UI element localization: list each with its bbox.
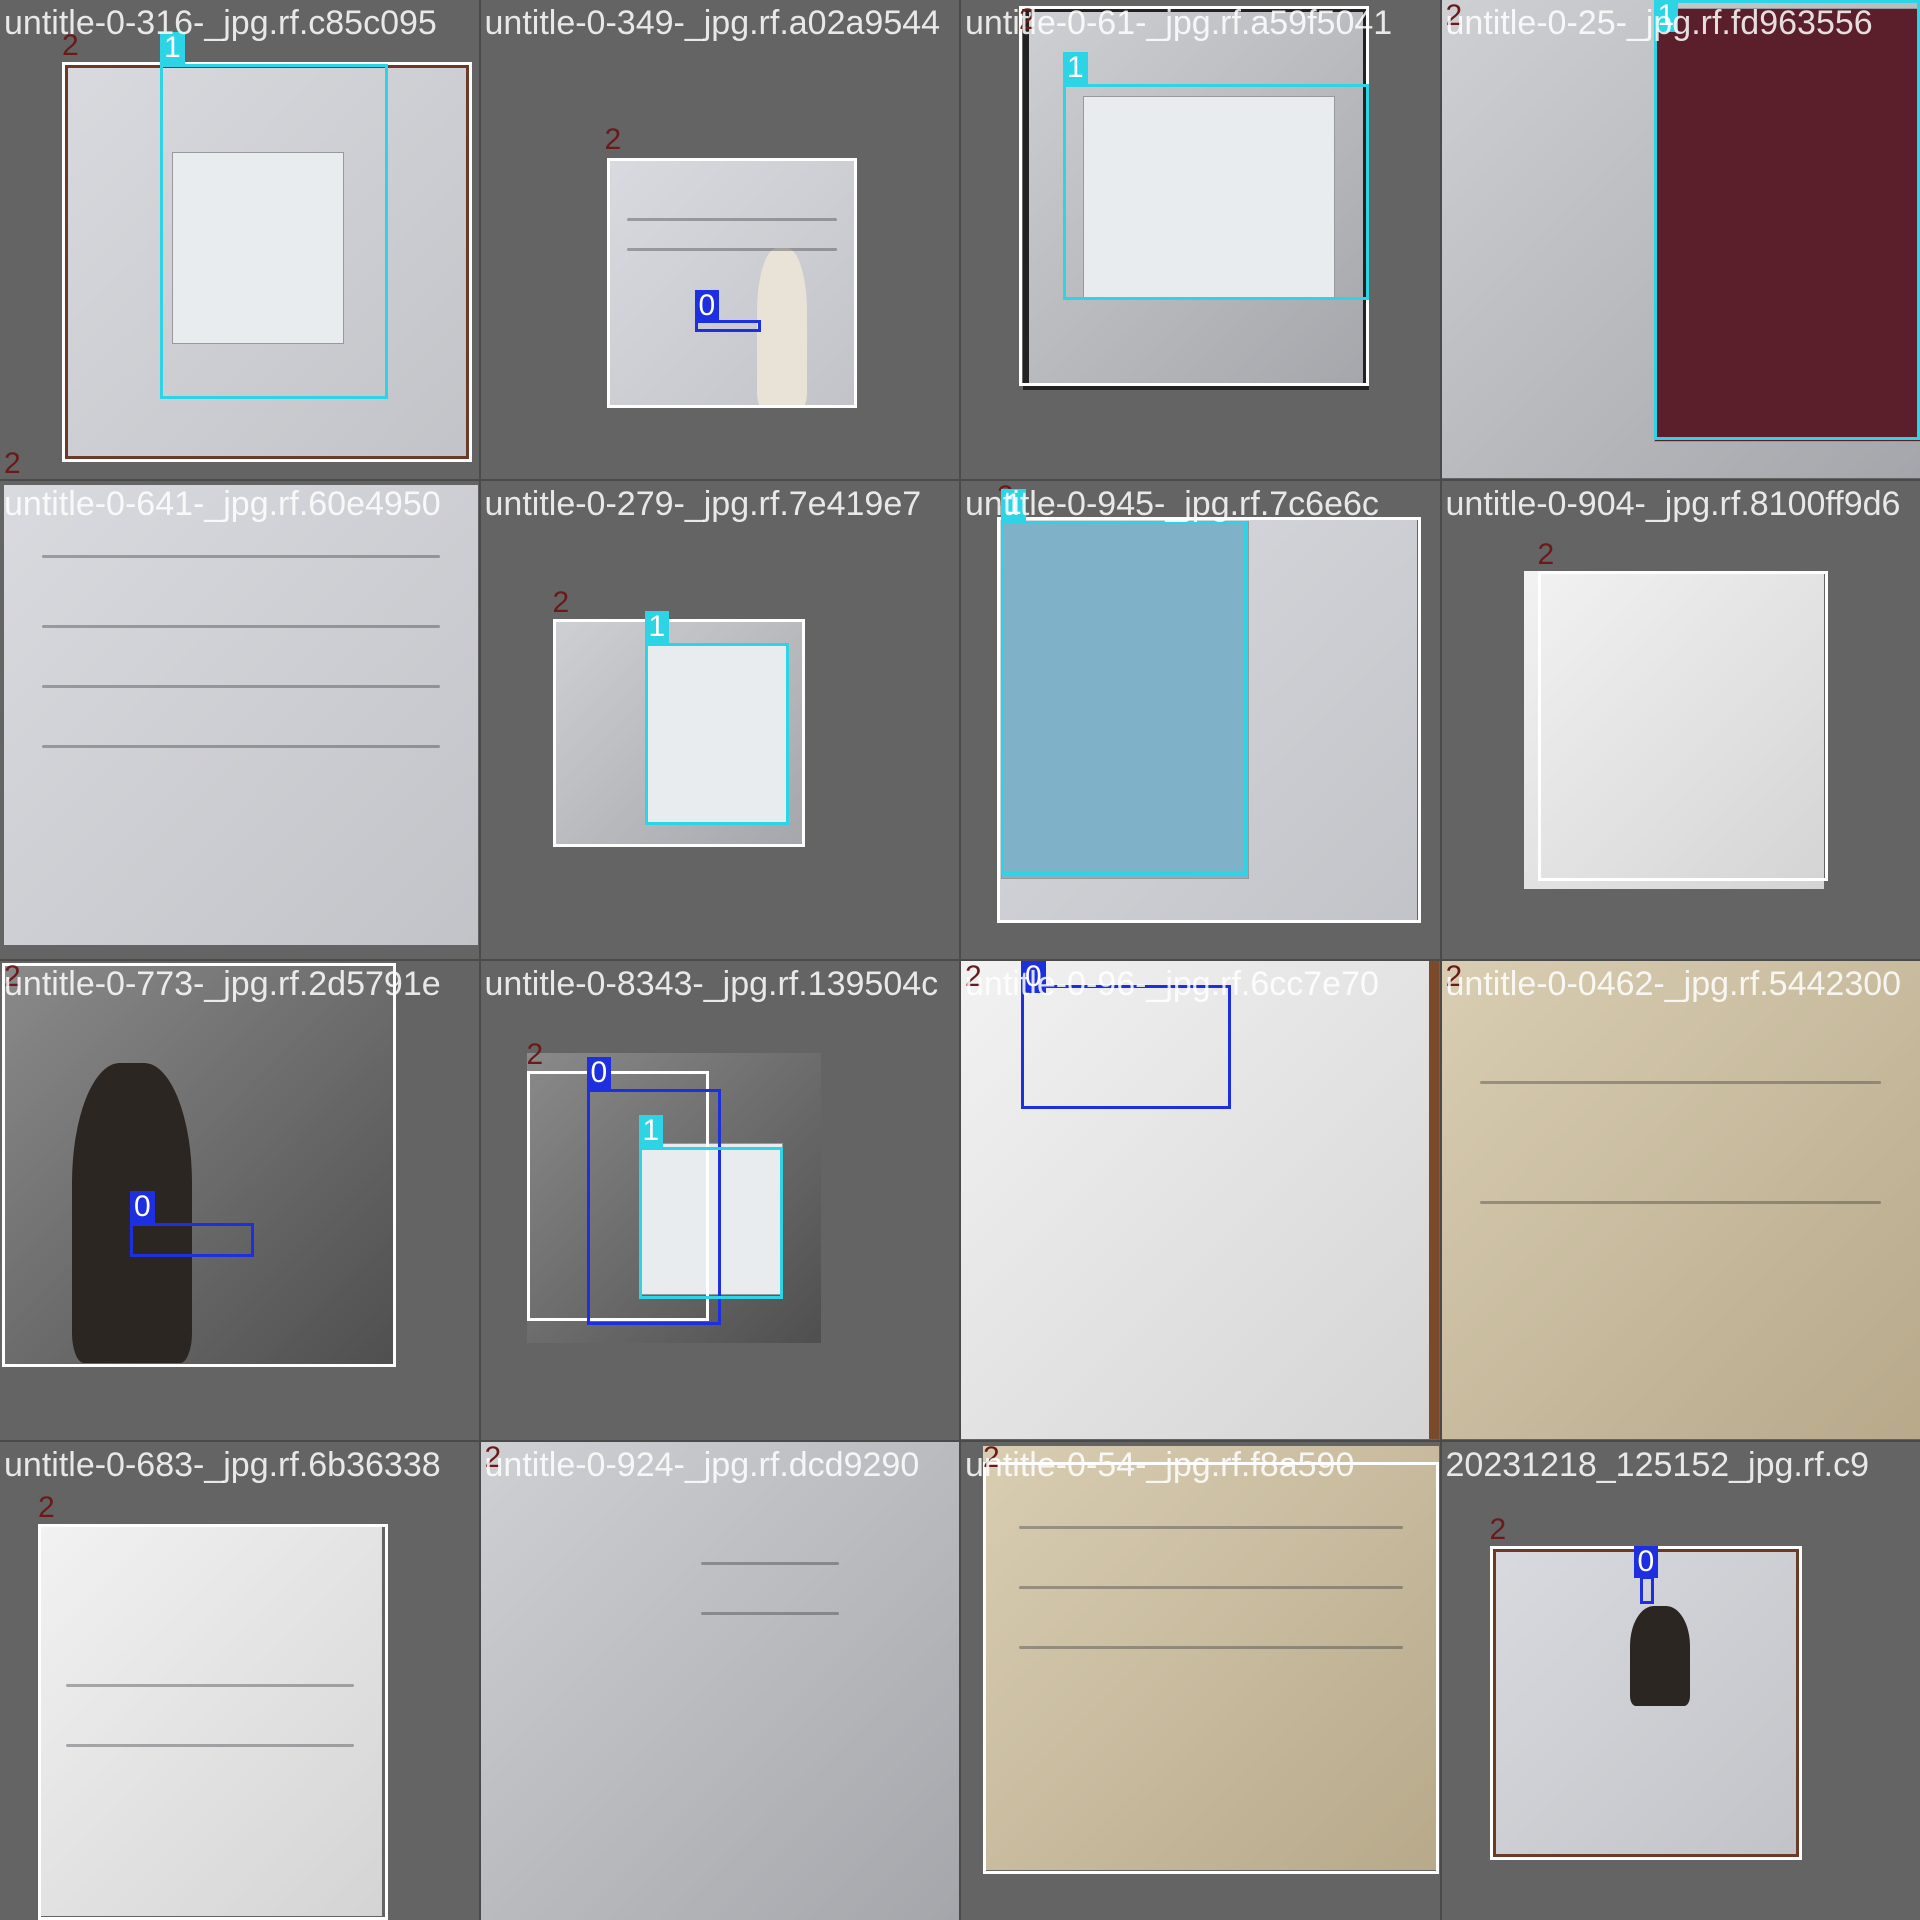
bbox-label: 1	[638, 1115, 664, 1147]
bbox-class-1	[1001, 520, 1247, 875]
bbox-label: 2	[484, 1440, 502, 1474]
bbox-label: 1	[644, 610, 670, 643]
bbox-label: 2	[4, 960, 21, 993]
mosaic-tile-4: 2 1 untitle-0-25-_jpg.rf.fd963556	[1441, 0, 1920, 479]
bbox-label: 2	[552, 585, 570, 619]
mosaic-tile-2: 2 0 untitle-0-349-_jpg.rf.a02a9544	[480, 0, 959, 479]
detection-mosaic: 2 1 2 untitle-0-316-_jpg.rf.c85c095 2 0 …	[0, 0, 1920, 1920]
bbox-class-1	[638, 1147, 783, 1299]
bbox-label: 2	[4, 447, 21, 480]
bbox-label: 0	[694, 290, 720, 322]
mosaic-tile-13: 2 untitle-0-683-_jpg.rf.6b36338	[0, 1441, 479, 1920]
bbox-class-2	[38, 1523, 388, 1920]
bbox-class-2	[1537, 570, 1828, 881]
bbox-label: 2	[38, 1490, 55, 1524]
whiteboard-photo	[480, 1441, 959, 1920]
image-filename: 20231218_125152_jpg.rf.c9	[1445, 1445, 1870, 1484]
bbox-label: 0	[586, 1057, 612, 1089]
bbox-class-0	[1021, 985, 1231, 1109]
bbox-class-2	[983, 1461, 1439, 1874]
mosaic-tile-12: 2 untitle-0-0462-_jpg.rf.5442300	[1441, 960, 1920, 1440]
bbox-class-2	[2, 963, 396, 1367]
mosaic-tile-9: 2 0 untitle-0-773-_jpg.rf.2d5791e	[0, 961, 479, 1440]
mosaic-tile-16: 2 0 20231218_125152_jpg.rf.c9	[1441, 1441, 1920, 1920]
bbox-label: 1	[1001, 488, 1026, 521]
image-filename: untitle-0-8343-_jpg.rf.139504c	[484, 965, 939, 1003]
bbox-label: 2	[62, 29, 79, 62]
bbox-label: 1	[160, 32, 185, 64]
mosaic-tile-5: untitle-0-641-_jpg.rf.60e4950	[0, 480, 479, 959]
image-filename: untitle-0-904-_jpg.rf.8100ff9d6	[1445, 484, 1901, 523]
bbox-label: 2	[965, 960, 982, 993]
whiteboard-photo	[1441, 961, 1920, 1439]
mosaic-tile-8: 2 untitle-0-904-_jpg.rf.8100ff9d6	[1441, 480, 1920, 959]
mosaic-tile-11: 2 0 untitle-0-96-_jpg.rf.6cc7e70	[961, 961, 1440, 1440]
bbox-class-1	[1653, 0, 1920, 440]
bbox-label: 0	[1021, 961, 1046, 993]
bbox-label: 2	[983, 1440, 1000, 1474]
bbox-class-0	[1639, 1575, 1654, 1604]
mosaic-tile-6: 2 1 untitle-0-279-_jpg.rf.7e419e7	[480, 480, 959, 959]
bbox-label: 2	[1489, 1512, 1507, 1546]
image-filename: untitle-0-683-_jpg.rf.6b36338	[4, 1445, 441, 1484]
bbox-class-2	[606, 158, 857, 408]
bbox-class-1	[160, 64, 388, 399]
bbox-label: 2	[1445, 960, 1463, 993]
mosaic-tile-10: 2 0 1 untitle-0-8343-_jpg.rf.139504c	[480, 961, 959, 1440]
bbox-label: 0	[130, 1191, 155, 1223]
bbox-label: 1	[1063, 52, 1088, 84]
bbox-label: 1	[1653, 0, 1679, 32]
whiteboard-photo	[4, 484, 478, 945]
mosaic-tile-15: 2 untitle-0-54-_jpg.rf.f8a590	[961, 1440, 1440, 1920]
bbox-class-1	[1063, 84, 1369, 300]
mosaic-tile-3: 2 1 untitle-0-61-_jpg.rf.a59f5041	[961, 0, 1440, 479]
bbox-class-0	[130, 1223, 254, 1257]
bbox-class-1	[644, 642, 789, 825]
bbox-label: 2	[1445, 0, 1463, 32]
bbox-label: 2	[1019, 3, 1036, 36]
bbox-label: 2	[604, 123, 622, 156]
bbox-label: 2	[526, 1038, 544, 1071]
mosaic-tile-14: 2 untitle-0-924-_jpg.rf.dcd9290	[480, 1440, 959, 1920]
image-filename: untitle-0-349-_jpg.rf.a02a9544	[484, 4, 941, 42]
bbox-label: 0	[1633, 1545, 1659, 1578]
mosaic-tile-7: 2 1 untitle-0-945-_jpg.rf.7c6e6c	[961, 480, 1440, 959]
bbox-label: 2	[1537, 537, 1555, 571]
mosaic-tile-1: 2 1 2 untitle-0-316-_jpg.rf.c85c095	[0, 0, 479, 479]
image-filename: untitle-0-279-_jpg.rf.7e419e7	[484, 484, 922, 523]
